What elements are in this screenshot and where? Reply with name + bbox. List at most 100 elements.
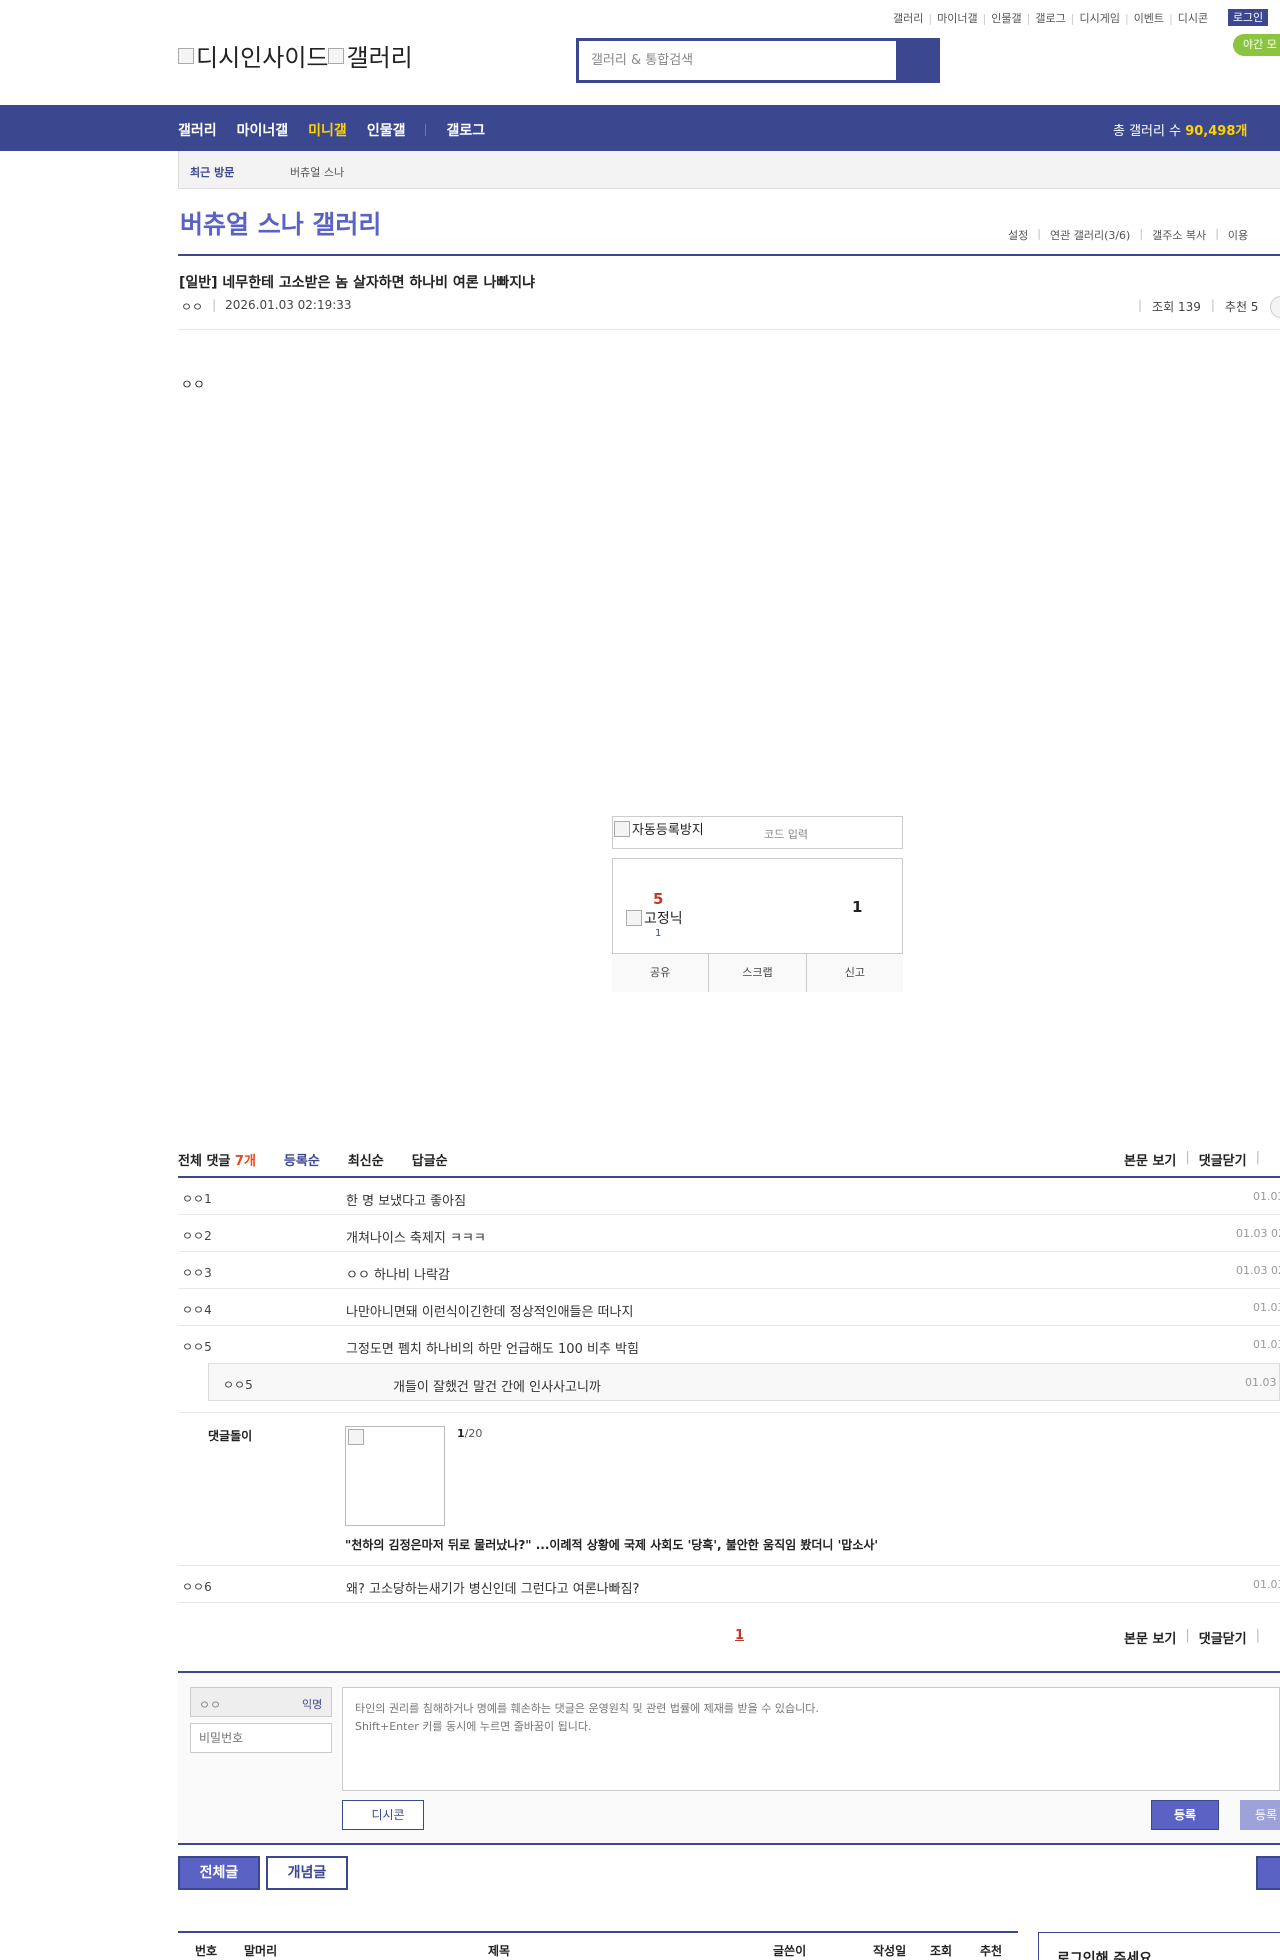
comment-text: 한 명 보냈다고 좋아짐: [346, 1194, 467, 1209]
top-link-person[interactable]: 인물갤: [991, 10, 1021, 26]
close-comments-link[interactable]: 댓글닫기: [1199, 1150, 1247, 1169]
top-link-dccon[interactable]: 디시콘: [1178, 10, 1208, 26]
post-author[interactable]: ㅇㅇ: [181, 298, 203, 315]
divider: [178, 1412, 1280, 1413]
gallery-settings[interactable]: 설정: [1008, 227, 1028, 243]
recommend-down-count: 1: [852, 898, 863, 916]
comment-total-label: 전체 댓글: [178, 1154, 231, 1169]
comment-textarea[interactable]: [343, 1688, 1279, 1790]
comment-dolly-label: 댓글돌이: [208, 1429, 253, 1443]
captcha-input[interactable]: 코드 입력: [764, 826, 808, 842]
post-meta: ㅇㅇ | 2026.01.03 02:19:33: [181, 298, 352, 315]
comment-page-1[interactable]: 1: [735, 1628, 744, 1643]
nav-minor[interactable]: 마이너갤: [237, 120, 289, 140]
sort-replies[interactable]: 답글순: [412, 1150, 448, 1169]
comment-nick[interactable]: ㅇㅇ5: [182, 1338, 212, 1355]
password-field: [190, 1723, 332, 1753]
site-logo[interactable]: 디시인사이드 갤러리: [178, 38, 413, 73]
search-button[interactable]: [896, 41, 937, 80]
gallery-total-label: 총 갤러리 수: [1113, 124, 1182, 139]
col-title: 제목: [488, 1944, 511, 1958]
comment-footer-actions: 본문 보기 | 댓글닫기 |: [1124, 1628, 1260, 1647]
captcha-alt: 자동등록방지: [632, 823, 704, 838]
comment-date: 01.03 02: [1236, 1264, 1280, 1277]
fixed-nick-recommend[interactable]: 고정닉: [626, 908, 683, 928]
view-body-link[interactable]: 본문 보기: [1124, 1150, 1176, 1169]
register-button[interactable]: 등록: [1151, 1800, 1219, 1830]
view-body-link[interactable]: 본문 보기: [1124, 1628, 1176, 1647]
dolly-page-current: 1: [457, 1427, 465, 1440]
comment-nick[interactable]: ㅇㅇ4: [182, 1301, 212, 1318]
comment-dolly-image[interactable]: [345, 1426, 445, 1526]
search-bar: [576, 38, 940, 83]
recent-visit-label[interactable]: 최근 방문: [190, 164, 234, 180]
search-input[interactable]: [579, 41, 896, 80]
related-galleries[interactable]: 연관 갤러리(3/6): [1050, 227, 1130, 243]
post-datetime: 2026.01.03 02:19:33: [225, 298, 352, 312]
comment-nick[interactable]: ㅇㅇ3: [182, 1264, 212, 1281]
recommend-up-count: 5: [653, 890, 664, 908]
comment-total-count: 7개: [234, 1154, 256, 1169]
logo-alt-left: 디시인사이드: [196, 44, 329, 72]
comment-row: ㅇㅇ3 ㅇㅇ 하나비 나락감 01.03 02: [178, 1252, 1280, 1289]
logo-alt-right: 갤러리: [346, 44, 413, 72]
gallery-usage[interactable]: 이용: [1228, 227, 1248, 243]
fixed-nick-alt: 고정닉: [644, 911, 683, 927]
top-link-dcgame[interactable]: 디시게임: [1079, 10, 1119, 26]
comment-nick[interactable]: ㅇㅇ2: [182, 1227, 212, 1244]
report-button[interactable]: 신고: [806, 954, 903, 992]
nav-mini[interactable]: 미니갤: [308, 120, 347, 140]
comment-textarea-box: [342, 1687, 1280, 1791]
gallery-total: 총 갤러리 수 90,498개: [1113, 120, 1247, 139]
comment-nick[interactable]: ㅇㅇ6: [182, 1578, 212, 1595]
register-and-recommend-button[interactable]: 등록: [1240, 1800, 1280, 1830]
post-action-buttons: 공유 스크랩 신고: [612, 953, 903, 992]
top-util-links: 갤러리 | 마이너갤 | 인물갤 | 갤로그 | 디시게임 | 이벤트 | 디시콘: [893, 10, 1209, 26]
comment-nick[interactable]: ㅇㅇ1: [182, 1190, 212, 1207]
night-mode-button[interactable]: 야간 모: [1233, 34, 1280, 56]
col-number: 번호: [195, 1944, 218, 1958]
top-link-gallog[interactable]: 갤로그: [1035, 10, 1065, 26]
nickname-field[interactable]: ㅇㅇ 익명: [190, 1687, 332, 1717]
recent-visit-item[interactable]: 버츄얼 스나: [290, 164, 344, 180]
nav-gallery[interactable]: 갤러리: [178, 120, 217, 140]
write-post-button[interactable]: [1256, 1856, 1280, 1890]
sort-registered[interactable]: 등록순: [284, 1150, 320, 1169]
nickname-value: ㅇㅇ: [199, 1698, 222, 1712]
gallery-title[interactable]: 버츄얼 스나 갤러리: [180, 205, 381, 241]
comment-dolly-headline[interactable]: "천하의 김정은마저 뒤로 물러났나?" ...이례적 상황에 국제 사회도 '…: [345, 1536, 878, 1553]
all-posts-button[interactable]: 전체글: [178, 1856, 260, 1890]
comment-dolly-pager: 1/20: [457, 1427, 482, 1440]
top-link-minor[interactable]: 마이너갤: [937, 10, 977, 26]
post-title: [일반] 네무한테 고소받은 놈 살자하면 하나비 여론 나빠지냐: [179, 275, 536, 291]
password-input[interactable]: [191, 1724, 331, 1752]
concept-posts-button[interactable]: 개념글: [266, 1856, 348, 1890]
sort-latest[interactable]: 최신순: [348, 1150, 384, 1169]
fixed-nick-count: 1: [655, 928, 662, 939]
login-side-box: 로그인해 주세요.: [1038, 1932, 1280, 1960]
comment-date: 01.03: [1253, 1301, 1280, 1314]
comment-jump-button[interactable]: [1270, 296, 1280, 318]
copy-gallery-url[interactable]: 갤주소 복사: [1152, 227, 1206, 243]
comment-date: 01.03: [1253, 1190, 1280, 1203]
comment-text: 나만아니면돼 이런식이긴한데 정상적인애들은 떠나지: [346, 1305, 634, 1320]
divider: [178, 254, 1280, 256]
scrap-button[interactable]: 스크랩: [709, 954, 807, 992]
reply-row: ㅇㅇ5 개들이 잘했건 말건 간에 인사사고니까 01.03 0: [208, 1363, 1280, 1401]
top-link-gallery[interactable]: 갤러리: [893, 10, 923, 26]
top-link-event[interactable]: 이벤트: [1134, 10, 1164, 26]
broken-image-icon: [348, 1429, 364, 1445]
post-list-header: 번호 말머리 제목 글쓴이 작성일 조회 추천: [178, 1942, 1018, 1960]
share-button[interactable]: 공유: [612, 954, 710, 992]
close-comments-link[interactable]: 댓글닫기: [1199, 1628, 1247, 1647]
reply-nick[interactable]: ㅇㅇ5: [223, 1376, 253, 1393]
comment-row: ㅇㅇ4 나만아니면돼 이런식이긴한데 정상적인애들은 떠나지 01.03: [178, 1289, 1280, 1326]
dccon-button[interactable]: 디시콘: [342, 1800, 424, 1830]
login-button[interactable]: 로그인: [1228, 9, 1268, 26]
comment-header-actions: 본문 보기 | 댓글닫기 |: [1124, 1150, 1260, 1169]
nav-person[interactable]: 인물갤: [367, 120, 406, 140]
login-prompt[interactable]: 로그인해 주세요.: [1057, 1948, 1157, 1960]
comment-text: ㅇㅇ 하나비 나락감: [346, 1268, 450, 1283]
comment-text: 왜? 고소당하는새기가 병신인데 그런다고 여론나빠짐?: [346, 1582, 640, 1597]
nav-gallog[interactable]: 갤로그: [446, 120, 485, 140]
